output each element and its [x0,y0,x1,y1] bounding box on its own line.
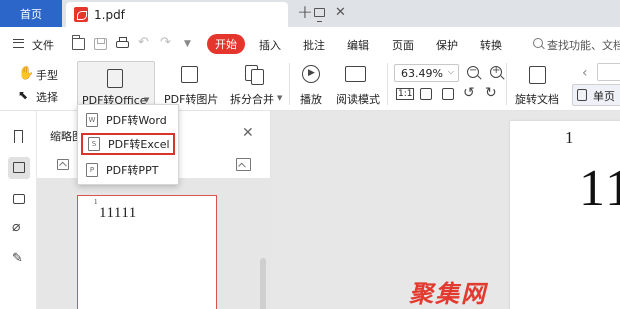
menu-start-label: 开始 [215,38,237,51]
print-icon[interactable] [116,37,129,48]
pdf-to-office-button[interactable]: PDF转Office ▼ [77,61,155,109]
attachment-icon[interactable]: ⌀ [8,219,30,241]
split-merge-icon-back [251,69,264,85]
chevron-down-icon: ⌵ [447,67,454,76]
new-tab-button[interactable]: + [297,1,313,23]
split-merge-button[interactable]: 拆分合并 [230,91,274,107]
thumbnail-page-text: 11111 [99,205,137,221]
rotate-right-icon[interactable]: ↻ [485,85,497,101]
rotate-document-button[interactable]: 旋转文档 [515,91,559,107]
page-number-input[interactable] [597,63,620,81]
signature-icon[interactable]: ✎ [8,251,30,273]
tab-document[interactable]: 1.pdf ✕ [66,2,346,27]
fit-page-icon[interactable] [420,88,432,100]
small-thumbnail-icon[interactable] [57,159,69,170]
rotate-left-icon[interactable]: ↺ [463,85,475,101]
menu-protect[interactable]: 保护 [436,37,458,53]
zoom-select[interactable]: 63.49% ⌵ [394,64,459,82]
actual-size-icon[interactable]: 1:1 [396,88,415,100]
thumbnail-page-number: 1 [94,198,98,206]
split-merge-caret-icon: ▼ [277,94,283,102]
menu-bar: 文件 ↶ ↷ ▼ 开始 插入 批注 编辑 页面 保护 转换 查找功能、文档 [0,29,620,59]
dropdown-item-pdf-to-ppt[interactable]: P PDF转PPT [81,159,175,181]
menu-start[interactable]: 开始 [207,34,245,54]
rotate-document-icon [529,66,546,84]
watermark-logo: 聚集网 [409,280,487,308]
left-sidebar: ⌀ ✎ [0,111,37,309]
feature-search[interactable]: 查找功能、文档 [547,37,620,53]
bookmark-icon[interactable] [8,127,30,149]
single-page-icon [577,89,587,101]
read-mode-button[interactable]: 阅读模式 [336,91,380,107]
menu-convert[interactable]: 转换 [480,37,502,53]
zoom-in-icon[interactable]: + [490,65,502,78]
quick-access-dropdown-icon[interactable]: ▼ [184,39,197,51]
single-page-button[interactable]: 单页 [572,84,620,106]
toolbar-divider [289,63,290,105]
redo-icon[interactable]: ↷ [160,35,172,50]
hand-tool-button[interactable]: 手型 [36,67,58,83]
pdf-file-icon [74,7,88,22]
select-tool-button[interactable]: 选择 [36,89,58,105]
menu-edit[interactable]: 编辑 [347,37,369,53]
cursor-icon: ⬉ [18,88,29,102]
hand-icon: ✋ [18,66,35,81]
dropdown-item-label: PDF转PPT [106,164,159,177]
zoom-value: 63.49% [401,67,443,80]
dropdown-item-label: PDF转Excel [108,138,170,151]
document-page[interactable]: 1 11 [510,121,620,309]
chevron-left-icon[interactable]: ‹ [582,65,588,81]
play-button[interactable]: 播放 [300,91,322,107]
toolbar-divider-3 [506,63,507,105]
open-folder-icon[interactable] [72,35,85,50]
dropdown-item-pdf-to-word[interactable]: W PDF转Word [81,109,175,131]
document-page-number: 1 [565,128,574,147]
undo-icon[interactable]: ↶ [138,35,150,50]
search-icon[interactable] [533,38,543,48]
excel-doc-icon: S [88,137,100,151]
save-icon[interactable] [94,38,107,50]
word-doc-icon: W [86,113,98,127]
tab-bar: 首页 1.pdf ✕ + [0,0,620,27]
toolbar-divider-2 [387,63,388,105]
file-menu[interactable]: 文件 [32,37,54,53]
ppt-doc-icon: P [86,163,98,177]
hamburger-menu-icon[interactable] [13,39,24,48]
fit-width-icon[interactable] [442,88,454,100]
dropdown-item-label: PDF转Word [106,114,167,127]
thumbnail-icon[interactable] [8,157,30,179]
play-triangle-icon: ▶ [308,68,315,78]
office-doc-icon [107,69,123,88]
document-tab-title: 1.pdf [94,7,125,22]
zoom-out-icon[interactable]: − [467,65,479,78]
page-thumbnail[interactable]: 1 11111 [77,195,217,309]
document-page-text: 11 [579,160,620,217]
tab-close-icon[interactable]: ✕ [335,5,346,20]
menu-insert[interactable]: 插入 [259,37,281,53]
thumbnail-scrollbar[interactable] [260,258,266,309]
menu-page[interactable]: 页面 [392,37,414,53]
tab-home-label: 首页 [20,7,42,21]
tab-home[interactable]: 首页 [0,0,62,27]
large-thumbnail-icon[interactable] [236,158,251,171]
book-icon [345,66,366,82]
dropdown-item-pdf-to-excel[interactable]: S PDF转Excel [81,133,175,155]
image-icon [181,66,198,83]
pdf-to-office-dropdown: W PDF转Word S PDF转Excel P PDF转PPT [77,104,179,185]
single-page-label: 单页 [593,90,615,103]
thumbnail-list: 1 11111 [37,178,271,309]
monitor-icon[interactable] [314,8,325,22]
comment-icon[interactable] [8,189,30,211]
menu-annotate[interactable]: 批注 [303,37,325,53]
close-icon[interactable]: ✕ [242,125,254,141]
caret-down-icon: ▼ [144,96,150,104]
